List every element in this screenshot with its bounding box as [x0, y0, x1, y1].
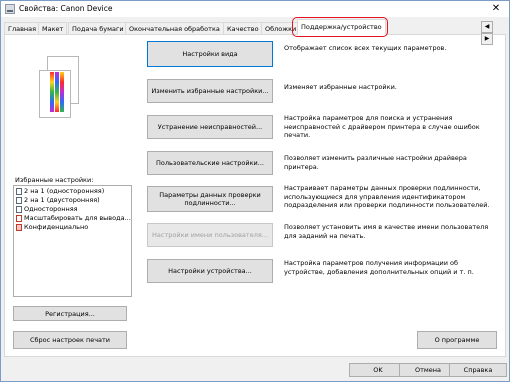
favorite-item-label: Масштабировать для вывода... — [24, 214, 131, 222]
scroll-left-icon[interactable]: ◀ — [481, 21, 493, 33]
favorites-list[interactable]: 2 на 1 (односторонняя) 2 на 1 (двусторон… — [13, 185, 132, 297]
register-button[interactable]: Регистрация... — [13, 306, 127, 321]
tab-main[interactable]: Главная — [4, 22, 41, 34]
favorite-item-label: 2 на 1 (двусторонняя) — [24, 196, 100, 204]
tab-layout[interactable]: Макет — [38, 22, 68, 34]
troubleshooting-button[interactable]: Устранение неисправностей... — [147, 115, 273, 139]
printer-icon — [5, 4, 15, 14]
window-title: Свойства: Canon Device — [19, 4, 113, 13]
tab-paper-source[interactable]: Подача бумаги — [68, 22, 128, 34]
preview-color-bar — [50, 72, 54, 112]
favorite-item[interactable]: Конфиденциально — [16, 223, 88, 232]
view-settings-button[interactable]: Настройки вида — [147, 41, 273, 67]
device-settings-button[interactable]: Настройки устройства... — [147, 259, 273, 283]
confidential-icon — [16, 223, 22, 231]
user-settings-button[interactable]: Пользовательские настройки... — [147, 151, 273, 175]
tab-strip: Главная Макет Подача бумаги Окончательна… — [4, 19, 504, 35]
tab-highlight-frame — [292, 17, 388, 37]
favorite-item[interactable]: 2 на 1 (двусторонняя) — [16, 196, 100, 205]
username-settings-description: Позволяет установить имя в качестве имен… — [284, 223, 489, 240]
about-button[interactable]: О программе — [417, 331, 497, 349]
user-settings-description: Позволяет изменить различные настройки д… — [284, 154, 467, 171]
properties-dialog: Свойства: Canon Device ✕ Главная Макет П… — [0, 0, 510, 382]
favorites-label: Избранные настройки: — [15, 176, 94, 184]
favorite-item[interactable]: 2 на 1 (односторонняя) — [16, 187, 104, 196]
favorite-item-label: 2 на 1 (односторонняя) — [24, 187, 105, 195]
authentication-data-description: Настраивает параметры данных проверки по… — [284, 184, 490, 209]
tab-quality[interactable]: Качество — [223, 22, 263, 34]
favorite-item[interactable]: Односторонняя — [16, 205, 78, 214]
device-settings-description: Настройка параметров получения информаци… — [284, 259, 474, 276]
preview-color-bar — [60, 72, 64, 112]
edit-favorites-button[interactable]: Изменить избранные настройки... — [147, 79, 273, 103]
help-button[interactable]: Справка — [449, 363, 507, 377]
tab-scroll-buttons: ◀▶ — [481, 21, 503, 45]
reset-print-settings-button[interactable]: Сброс настроек печати — [13, 331, 127, 349]
document-icon — [16, 205, 22, 213]
favorite-item-label: Конфиденциально — [24, 223, 89, 231]
favorite-item[interactable]: Масштабировать для вывода... — [16, 214, 131, 223]
scroll-right-icon[interactable]: ▶ — [481, 33, 493, 45]
document-icon — [16, 196, 22, 204]
authentication-data-button[interactable]: Параметры данных проверки подлинности... — [147, 186, 273, 212]
preview-color-bar — [55, 72, 59, 112]
print-preview — [37, 56, 81, 120]
tab-finishing[interactable]: Окончательная обработка — [125, 22, 224, 34]
favorite-item-label: Односторонняя — [24, 205, 78, 213]
troubleshooting-description: Настройка параметров для поиска и устран… — [284, 114, 480, 139]
close-icon[interactable]: ✕ — [487, 1, 505, 17]
scale-icon — [16, 214, 22, 222]
username-settings-button[interactable]: Настройки имени пользователя... — [147, 223, 273, 247]
document-icon — [16, 187, 22, 195]
edit-favorites-description: Изменяет избранные настройки. — [284, 83, 397, 91]
title-bar: Свойства: Canon Device ✕ — [1, 1, 509, 17]
view-settings-description: Отображает список всех текущих параметро… — [284, 44, 447, 52]
